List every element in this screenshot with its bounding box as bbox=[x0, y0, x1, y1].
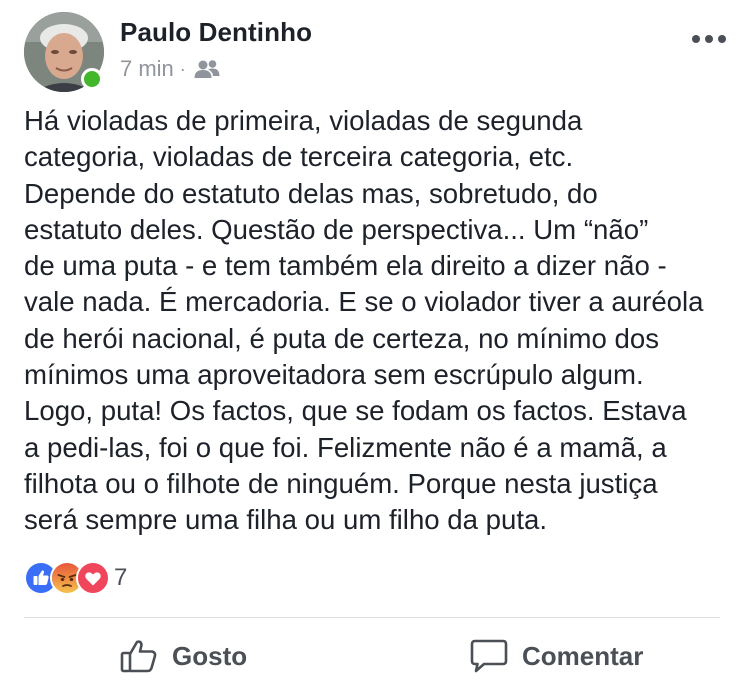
thumbs-up-icon bbox=[120, 640, 157, 673]
post-meta: 7 min · bbox=[120, 56, 220, 82]
like-button[interactable]: Gosto bbox=[120, 638, 247, 674]
post-text: Há violadas de primeira, violadas de seg… bbox=[24, 105, 704, 536]
comment-icon bbox=[470, 639, 508, 673]
love-reaction-icon bbox=[76, 561, 110, 595]
comment-button[interactable]: Comentar bbox=[470, 638, 643, 674]
action-bar: Gosto Comentar bbox=[0, 630, 744, 686]
post-time[interactable]: 7 min bbox=[120, 56, 174, 82]
more-options-icon[interactable] bbox=[692, 34, 726, 44]
reaction-count[interactable]: 7 bbox=[114, 564, 127, 592]
like-button-label: Gosto bbox=[172, 640, 248, 671]
online-status-indicator bbox=[81, 68, 103, 90]
comment-button-label: Comentar bbox=[522, 640, 644, 671]
meta-separator: · bbox=[179, 58, 186, 79]
post-header: Paulo Dentinho 7 min · bbox=[24, 12, 744, 96]
author-name[interactable]: Paulo Dentinho bbox=[120, 17, 312, 48]
actions-divider bbox=[24, 617, 720, 618]
reactions-summary[interactable]: 7 bbox=[24, 561, 127, 595]
friends-icon[interactable] bbox=[194, 59, 220, 79]
